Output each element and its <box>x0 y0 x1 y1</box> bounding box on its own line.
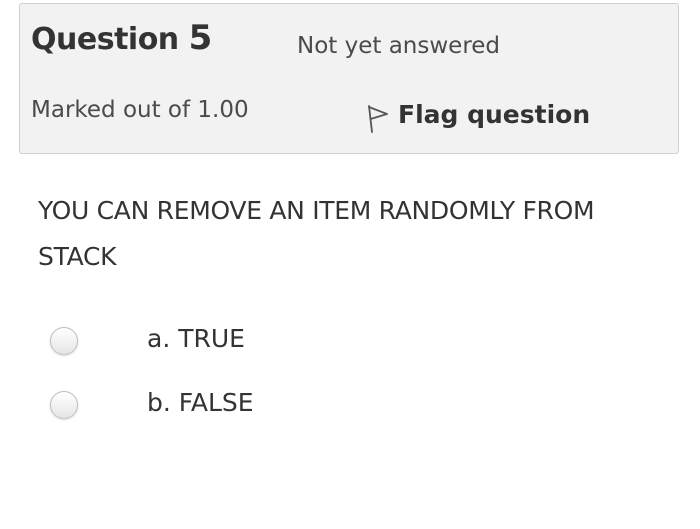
question-state: Not yet answered <box>297 33 501 59</box>
question-info-panel: Question 5 Not yet answered Marked out o… <box>19 3 679 154</box>
answer-option-b-label[interactable]: b. FALSE <box>147 388 254 417</box>
answer-option-b[interactable]: b. FALSE <box>50 388 254 419</box>
question-number: 5 <box>188 18 213 58</box>
answer-option-a[interactable]: a. TRUE <box>50 324 245 355</box>
question-text: YOU CAN REMOVE AN ITEM RANDOMLY FROM STA… <box>38 196 595 271</box>
radio-button-a[interactable] <box>50 327 78 355</box>
radio-button-b[interactable] <box>50 391 78 419</box>
answer-option-a-label[interactable]: a. TRUE <box>147 324 245 353</box>
flag-question-button[interactable]: Flag question <box>366 94 590 134</box>
flag-icon <box>368 105 388 133</box>
question-number-heading: Question 5 <box>31 18 212 58</box>
question-prefix: Question <box>31 22 189 57</box>
flag-question-label: Flag question <box>398 99 591 129</box>
question-grade: Marked out of 1.00 <box>31 97 249 123</box>
quiz-page: Question 5 Not yet answered Marked out o… <box>0 0 700 529</box>
